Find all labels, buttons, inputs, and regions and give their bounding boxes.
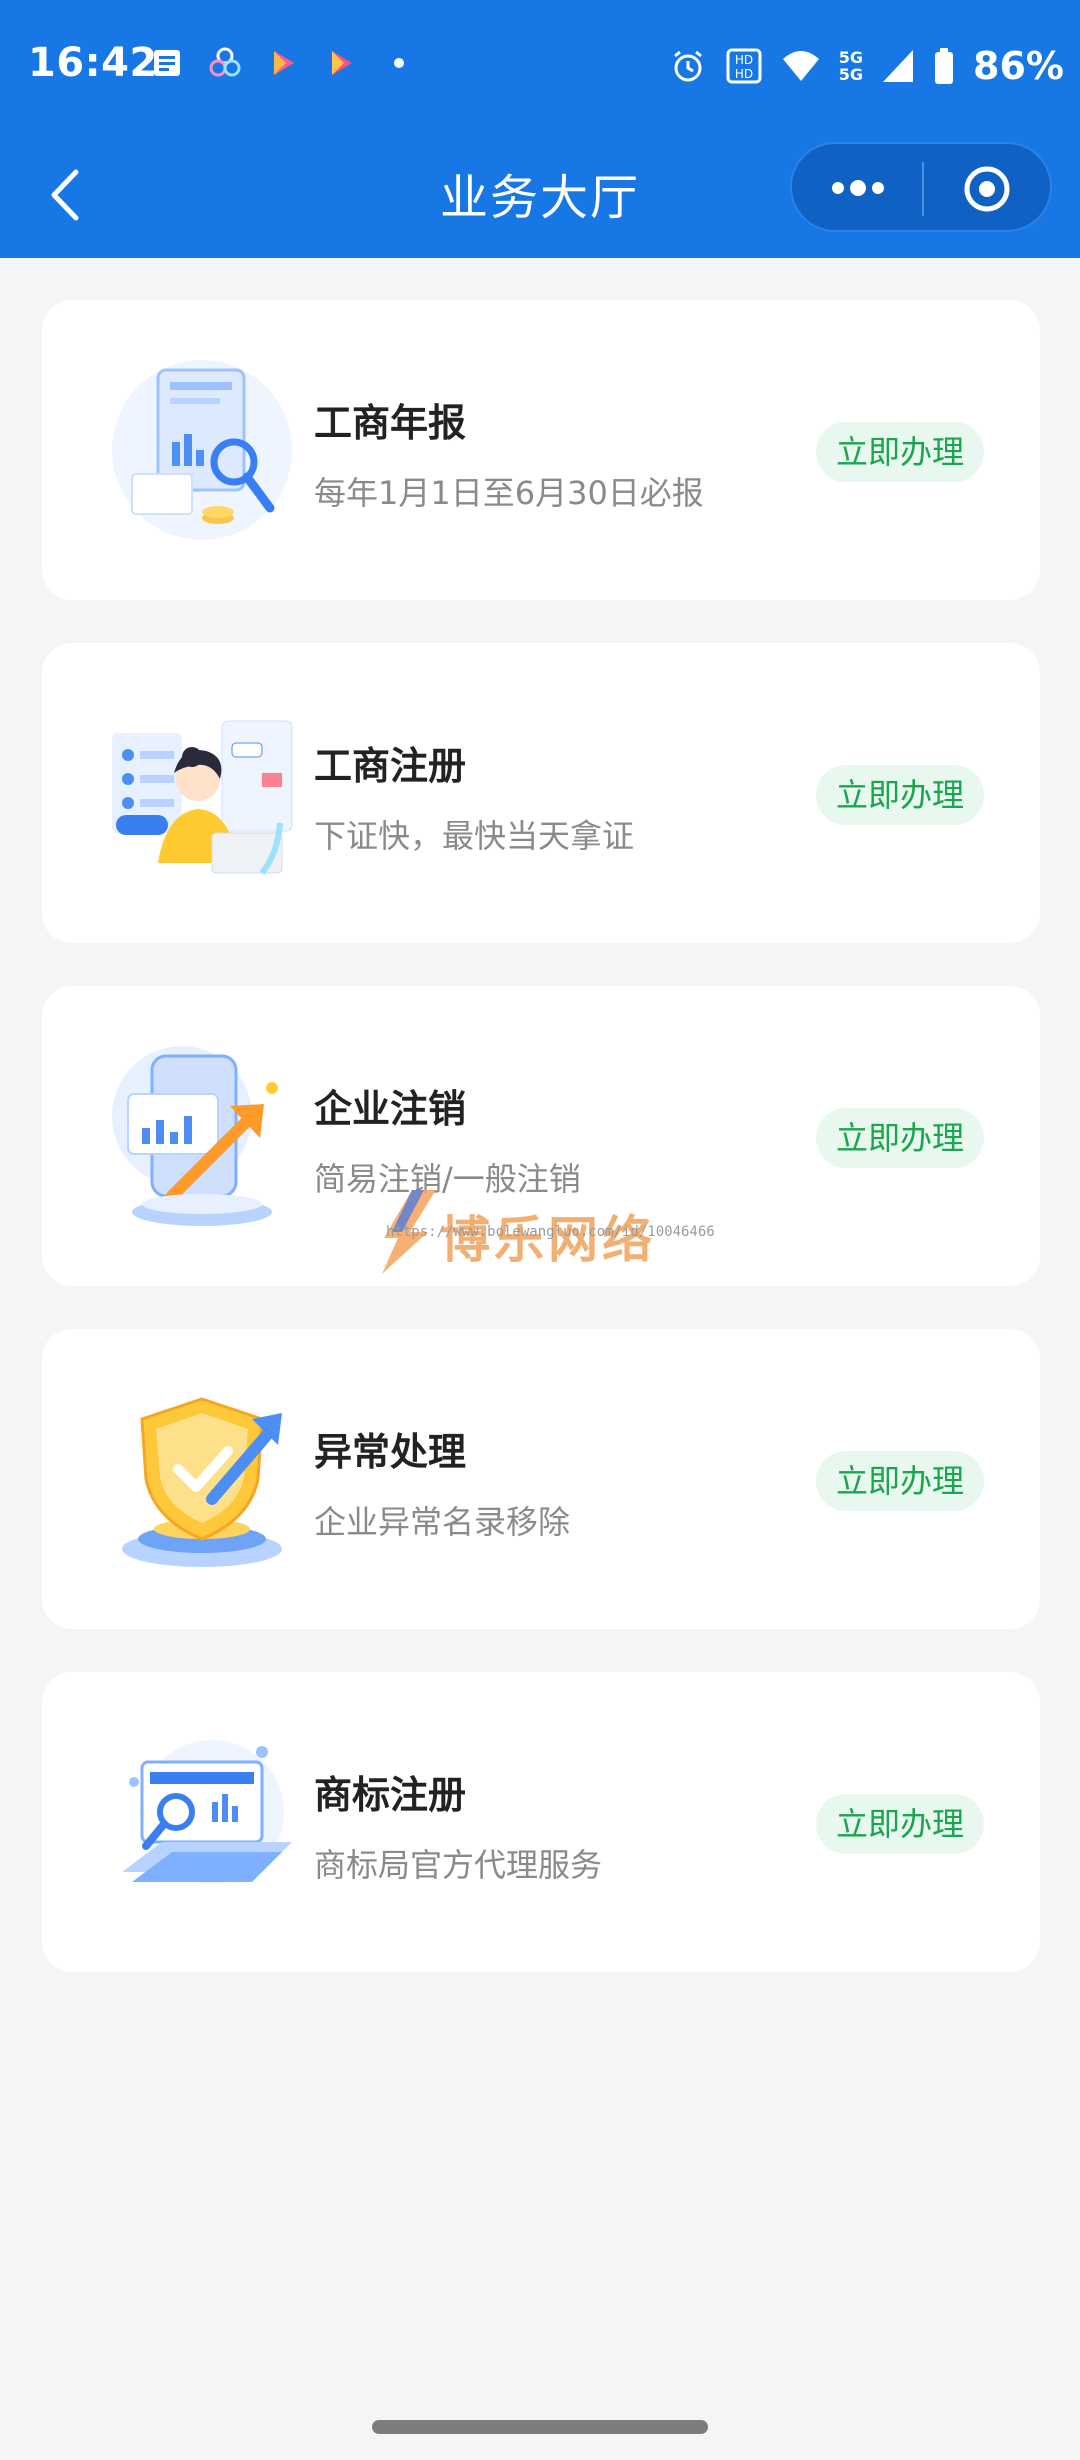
card-subtitle: 下证快，最快当天拿证: [314, 817, 635, 855]
business-registration-illustration-icon: [112, 720, 293, 875]
card-title: 工商注册: [314, 744, 467, 788]
signal-icon: [883, 50, 914, 82]
exception-handling-shield-icon: [122, 1397, 282, 1567]
service-card-exception-handling[interactable]: 异常处理 企业异常名录移除 立即办理: [42, 1329, 1040, 1629]
watermark-url: https://www.bolewangluo.com/id/10046466: [386, 1224, 715, 1240]
watermark: 博乐网络 https://www.bolewangluo.com/id/1004…: [360, 1180, 720, 1290]
handle-now-button[interactable]: 立即办理: [816, 1451, 984, 1511]
video-app-icon: [274, 51, 294, 75]
app-cluster-icon: [209, 47, 241, 77]
card-title: 商标注册: [314, 1773, 467, 1817]
service-card-trademark-registration[interactable]: 商标注册 商标局官方代理服务 立即办理: [42, 1672, 1040, 1972]
handle-now-button[interactable]: 立即办理: [816, 1108, 984, 1168]
svg-text:HD: HD: [735, 53, 753, 67]
card-subtitle: 商标局官方代理服务: [314, 1846, 603, 1884]
top-bar: 16:42 HD HD 5G 5G 86% 业务大厅: [0, 0, 1080, 258]
handle-now-button[interactable]: 立即办理: [816, 765, 984, 825]
status-right: HD HD 5G 5G 86%: [669, 44, 1064, 88]
network-type: 5G 5G: [838, 48, 864, 84]
card-subtitle: 企业异常名录移除: [314, 1503, 571, 1541]
card-title: 异常处理: [314, 1430, 467, 1474]
service-card-business-registration[interactable]: 工商注册 下证快，最快当天拿证 立即办理: [42, 643, 1040, 943]
wifi-icon: [782, 51, 819, 81]
more-dots-icon[interactable]: [828, 172, 888, 204]
close-target-icon[interactable]: [962, 164, 1012, 214]
deregistration-illustration-icon: [112, 1046, 278, 1226]
navigation-bar: 业务大厅: [0, 130, 1080, 258]
battery-percent: 86%: [973, 44, 1064, 88]
video-app-icon-2: [332, 51, 352, 75]
trademark-registration-illustration-icon: [122, 1740, 292, 1884]
alarm-icon: [673, 50, 702, 82]
card-title: 企业注销: [314, 1087, 467, 1131]
capsule-divider: [922, 162, 924, 216]
card-subtitle: 每年1月1日至6月30日必报: [314, 474, 704, 512]
service-card-list: 工商年报 每年1月1日至6月30日必报 立即办理 工商注册 下证快，最快当天拿证: [42, 300, 1040, 2015]
battery-icon: [935, 48, 954, 84]
status-time: 16:42: [28, 40, 158, 86]
service-card-annual-report[interactable]: 工商年报 每年1月1日至6月30日必报 立即办理: [42, 300, 1040, 600]
miniapp-capsule: [790, 142, 1052, 232]
more-notifications-dot-icon: [394, 58, 404, 68]
note-icon: [154, 50, 180, 76]
handle-now-button[interactable]: 立即办理: [816, 422, 984, 482]
card-title: 工商年报: [314, 401, 467, 445]
hd-icon: HDHD: [726, 48, 762, 84]
handle-now-button[interactable]: 立即办理: [816, 1794, 984, 1854]
notification-icons: [150, 46, 416, 80]
annual-report-illustration-icon: [112, 360, 292, 540]
home-indicator[interactable]: [372, 2420, 708, 2434]
svg-text:HD: HD: [735, 67, 753, 81]
status-bar: 16:42 HD HD 5G 5G 86%: [0, 0, 1080, 130]
